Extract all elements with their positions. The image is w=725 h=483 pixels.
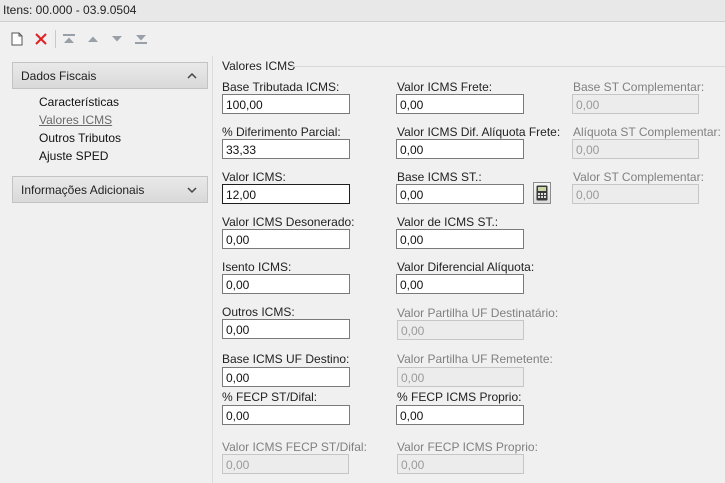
label-fecp-icms-proprio: % FECP ICMS Proprio: xyxy=(397,390,522,404)
label-fecp-st-difal: % FECP ST/Difal: xyxy=(222,390,318,404)
group-label: Informações Adicionais xyxy=(21,182,145,197)
label-base-icms-st: Base ICMS ST.: xyxy=(397,170,482,184)
sidebar: Dados Fiscais Características Valores IC… xyxy=(0,56,212,483)
section-divider xyxy=(290,66,725,67)
isento-icms-input[interactable]: 0,00 xyxy=(222,274,350,294)
label-base-tributada-icms: Base Tributada ICMS: xyxy=(222,80,340,94)
label-valor-icms-dif-aliquota-frete: Valor ICMS Dif. Alíquota Frete: xyxy=(397,125,561,139)
label-outros-icms: Outros ICMS: xyxy=(222,305,295,319)
label-valor-icms-desonerado: Valor ICMS Desonerado: xyxy=(222,215,355,229)
label-valor-st-complementar: Valor ST Complementar: xyxy=(573,170,704,184)
valor-diferencial-aliquota-input[interactable]: 0,00 xyxy=(396,274,524,294)
label-aliquota-st-complementar: Alíquota ST Complementar: xyxy=(573,125,721,139)
group-informacoes-adicionais[interactable]: Informações Adicionais xyxy=(12,176,208,203)
valor-st-complementar-input: 0,00 xyxy=(572,184,699,204)
valor-icms-fecp-st-difal-input: 0,00 xyxy=(222,454,349,474)
section-title: Valores ICMS xyxy=(222,59,296,73)
label-base-icms-uf-destino: Base ICMS UF Destino: xyxy=(222,352,350,366)
calculator-icon[interactable] xyxy=(533,182,551,204)
move-first-icon[interactable] xyxy=(60,30,78,48)
valor-icms-desonerado-input[interactable]: 0,00 xyxy=(222,229,350,249)
toolbar-separator xyxy=(55,30,56,48)
group-label: Dados Fiscais xyxy=(21,68,97,83)
label-valor-icms: Valor ICMS: xyxy=(222,170,286,184)
sidebar-item-outros-tributos[interactable]: Outros Tributos xyxy=(39,131,121,145)
base-st-complementar-input: 0,00 xyxy=(572,94,699,114)
group-dados-fiscais[interactable]: Dados Fiscais xyxy=(12,62,208,89)
new-document-icon[interactable] xyxy=(8,30,26,48)
move-up-icon[interactable] xyxy=(84,30,102,48)
diferimento-parcial-input[interactable]: 33,33 xyxy=(222,139,350,159)
outros-icms-input[interactable]: 0,00 xyxy=(222,319,350,339)
base-tributada-icms-input[interactable]: 100,00 xyxy=(222,94,350,114)
valor-partilha-uf-remetente-input: 0,00 xyxy=(397,367,524,387)
label-valor-partilha-uf-remetente: Valor Partilha UF Remetente: xyxy=(397,352,553,366)
label-base-st-complementar: Base ST Complementar: xyxy=(573,80,705,94)
move-down-icon[interactable] xyxy=(108,30,126,48)
sidebar-item-valores-icms[interactable]: Valores ICMS xyxy=(39,113,112,127)
valor-icms-dif-aliquota-frete-input[interactable]: 0,00 xyxy=(396,139,524,159)
delete-icon[interactable] xyxy=(32,30,50,48)
base-icms-st-input[interactable]: 0,00 xyxy=(396,184,524,204)
panel-divider xyxy=(212,56,213,483)
label-valor-fecp-icms-proprio: Valor FECP ICMS Proprio: xyxy=(397,440,538,454)
valor-icms-frete-input[interactable]: 0,00 xyxy=(396,94,524,114)
label-isento-icms: Isento ICMS: xyxy=(222,260,292,274)
valor-partilha-uf-destinatario-input: 0,00 xyxy=(397,320,524,340)
chevron-down-icon[interactable] xyxy=(185,183,199,197)
valor-de-icms-st-input[interactable]: 0,00 xyxy=(396,229,524,249)
sidebar-item-caracteristicas[interactable]: Características xyxy=(39,95,119,109)
window-title: Itens: 00.000 - 03.9.0504 xyxy=(0,0,725,22)
chevron-up-icon[interactable] xyxy=(185,69,199,83)
label-valor-de-icms-st: Valor de ICMS ST.: xyxy=(397,215,499,229)
label-diferimento-parcial: % Diferimento Parcial: xyxy=(222,125,341,139)
fecp-st-difal-input[interactable]: 0,00 xyxy=(222,405,350,425)
sidebar-item-ajuste-sped[interactable]: Ajuste SPED xyxy=(39,149,108,163)
aliquota-st-complementar-input: 0,00 xyxy=(572,139,699,159)
valor-icms-input[interactable]: 12,00 xyxy=(222,184,350,204)
move-last-icon[interactable] xyxy=(132,30,150,48)
label-valor-icms-fecp-st-difal: Valor ICMS FECP ST/Difal: xyxy=(222,440,367,454)
label-valor-partilha-uf-destinatario: Valor Partilha UF Destinatário: xyxy=(397,306,559,320)
base-icms-uf-destino-input[interactable]: 0,00 xyxy=(222,367,350,387)
label-valor-diferencial-aliquota: Valor Diferencial Alíquota: xyxy=(397,260,535,274)
toolbar xyxy=(0,28,725,52)
label-valor-icms-frete: Valor ICMS Frete: xyxy=(397,80,493,94)
valor-fecp-icms-proprio-input: 0,00 xyxy=(397,454,524,474)
fecp-icms-proprio-input[interactable]: 0,00 xyxy=(396,405,524,425)
